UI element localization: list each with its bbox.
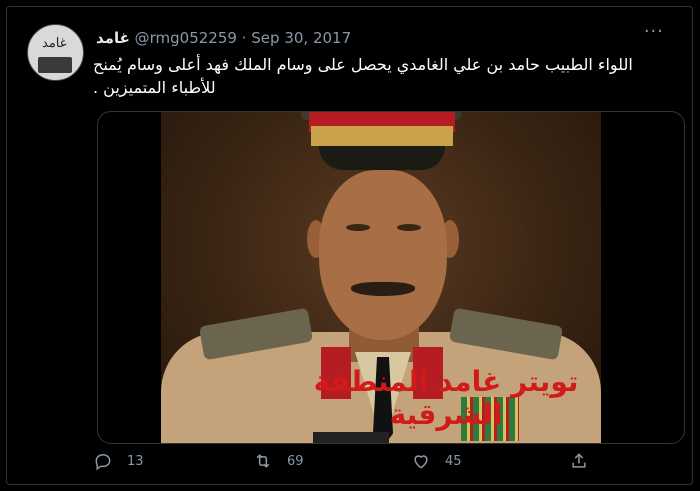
watermark-text: تويتر غامد المنطقة الشرقية <box>313 365 579 431</box>
user-handle[interactable]: @rmg052259 <box>135 29 237 47</box>
retweet-button[interactable]: 69 <box>253 451 304 471</box>
cap-gold-band <box>311 126 453 146</box>
mustache <box>351 282 415 296</box>
share-button[interactable] <box>569 451 603 471</box>
avatar-graphic <box>38 57 72 73</box>
separator-dot: · <box>241 29 247 47</box>
tweet-media[interactable]: تويتر غامد المنطقة الشرقية <box>97 111 685 444</box>
tweet-date[interactable]: Sep 30, 2017 <box>251 29 351 47</box>
eye-right <box>397 224 421 231</box>
reply-icon <box>95 453 111 471</box>
avatar[interactable]: غامد <box>27 24 84 81</box>
reply-count: 13 <box>127 453 144 469</box>
eye-left <box>346 224 370 231</box>
reply-button[interactable]: 13 <box>93 451 144 471</box>
officer-photo: تويتر غامد المنطقة الشرقية <box>161 112 601 443</box>
heart-icon <box>414 455 428 469</box>
tweet-header: غامد @rmg052259 · Sep 30, 2017 <box>96 29 351 47</box>
avatar-text: غامد <box>42 36 67 51</box>
face <box>319 170 447 340</box>
tweet-text: اللواء الطبيب حامد بن علي الغامدي يحصل ع… <box>93 55 633 97</box>
tweet-card[interactable]: غامد غامد @rmg052259 · Sep 30, 2017 ··· … <box>6 6 693 485</box>
like-count: 45 <box>445 453 462 469</box>
retweet-icon <box>256 454 270 468</box>
share-icon <box>572 453 586 468</box>
more-options-icon[interactable]: ··· <box>644 21 664 42</box>
display-name[interactable]: غامد <box>96 29 130 47</box>
cap-brim <box>319 146 445 170</box>
retweet-count: 69 <box>287 453 304 469</box>
name-tag <box>313 432 389 443</box>
tweet-actions: 13 69 45 <box>7 451 692 481</box>
like-button[interactable]: 45 <box>411 451 462 471</box>
